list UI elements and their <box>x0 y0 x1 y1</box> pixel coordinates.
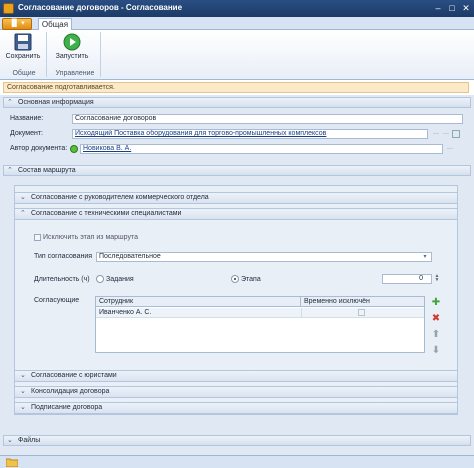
group-separator <box>46 32 47 77</box>
name-field[interactable]: Согласование договоров <box>72 114 463 124</box>
document-clear-button[interactable]: ··· <box>442 130 450 138</box>
basic-info-title: Основная информация <box>18 99 94 106</box>
maximize-button[interactable]: □ <box>446 2 458 14</box>
duration-label: Длительность (ч) <box>34 276 90 283</box>
arrow-up-icon[interactable]: ⬆ <box>430 329 442 341</box>
stage-consolidation[interactable]: ⌄ Консолидация договора <box>14 386 458 398</box>
radio-task-label: Задания <box>106 276 134 283</box>
bottom-bar <box>0 455 474 468</box>
delete-icon[interactable]: ✖ <box>430 313 442 325</box>
exclude-label: Исключить этап из маршрута <box>43 234 138 241</box>
col-employee: Сотрудник <box>96 297 301 307</box>
employee-cell: Иванченко А. С. <box>99 309 152 316</box>
radio-stage-label: Этапа <box>241 276 261 283</box>
document-browse-button[interactable]: ··· <box>432 130 440 138</box>
document-field[interactable]: Исходящий Поставка оборудования для торг… <box>72 129 428 139</box>
group-separator <box>100 32 101 77</box>
start-label: Запустить <box>55 53 89 60</box>
stage-tech[interactable]: ⌃ Согласование с техническими специалист… <box>14 208 458 220</box>
files-header[interactable]: ⌄ Файлы <box>3 435 471 446</box>
stage-lawyers[interactable]: ⌄ Согласование с юристами <box>14 370 458 382</box>
start-button[interactable]: Запустить <box>52 32 92 68</box>
table-row[interactable]: Иванченко А. С. <box>96 308 424 318</box>
online-status-icon <box>70 145 78 153</box>
save-label: Сохранить <box>5 53 41 60</box>
save-icon <box>14 33 32 51</box>
radio-task[interactable] <box>96 275 104 283</box>
close-button[interactable]: ✕ <box>460 2 472 14</box>
author-link[interactable]: Новикова В. А. <box>83 145 131 152</box>
document-open-icon[interactable] <box>452 130 460 138</box>
approvers-label: Согласующие <box>34 297 80 304</box>
chevron-down-icon: ⌄ <box>20 388 26 395</box>
title-bar: Согласование договоров - Согласование – … <box>0 0 474 17</box>
chevron-up-icon: ⌃ <box>20 210 26 217</box>
stage-signing-label: Подписание договора <box>31 404 103 411</box>
add-icon[interactable]: ✚ <box>430 297 442 309</box>
minimize-button[interactable]: – <box>432 2 444 14</box>
group-control-label: Управление <box>55 70 95 77</box>
chevron-down-icon[interactable]: ▾ <box>421 253 429 261</box>
duration-spinner[interactable]: ▲ ▼ <box>433 274 441 283</box>
chevron-down-icon: ⌄ <box>20 372 26 379</box>
ribbon: Сохранить Запустить Общие Управление <box>0 30 474 80</box>
folder-icon[interactable] <box>6 457 18 467</box>
chevron-down-icon: ⌄ <box>20 404 26 411</box>
stage-management-label: Согласование с руководителем коммерческо… <box>31 194 209 201</box>
arrow-down-icon[interactable]: ⬇ <box>430 345 442 357</box>
stage-management[interactable]: ⌄ Согласование с руководителем коммерчес… <box>14 192 458 204</box>
app-icon <box>3 3 14 14</box>
duration-field[interactable]: 0 <box>382 274 432 284</box>
route-title: Состав маршрута <box>18 167 76 174</box>
file-menu-button[interactable]: ▐▌ ▾ <box>2 18 32 30</box>
col-excluded: Временно исключён <box>301 297 424 307</box>
save-button[interactable]: Сохранить <box>3 32 43 68</box>
exclude-checkbox[interactable] <box>34 234 41 241</box>
ribbon-tabs: ▐▌ ▾ Общая <box>0 17 474 31</box>
document-label: Документ: <box>10 130 43 137</box>
name-label: Название: <box>10 115 44 122</box>
play-icon <box>63 33 81 51</box>
document-link[interactable]: Исходящий Поставка оборудования для торг… <box>75 130 326 137</box>
excluded-checkbox[interactable] <box>358 309 365 316</box>
author-field[interactable]: Новикова В. А. <box>80 144 443 154</box>
files-title: Файлы <box>18 437 41 444</box>
stage-tech-label: Согласование с техническими специалистам… <box>31 210 182 217</box>
chevron-up-icon: ⌃ <box>7 167 13 174</box>
stage-lawyers-label: Согласование с юристами <box>31 372 117 379</box>
chevron-down-icon: ⌄ <box>7 437 13 444</box>
main-content: ⌃ Основная информация Название: Согласов… <box>0 95 474 455</box>
basic-info-header[interactable]: ⌃ Основная информация <box>3 97 471 108</box>
type-select[interactable]: Последовательное <box>96 252 432 262</box>
author-label: Автор документа: <box>10 145 68 152</box>
stage-consolidation-label: Консолидация договора <box>31 388 110 395</box>
type-label: Тип согласования <box>34 253 93 260</box>
stage-signing[interactable]: ⌄ Подписание договора <box>14 402 458 414</box>
route-header[interactable]: ⌃ Состав маршрута <box>3 165 471 176</box>
chevron-down-icon: ⌄ <box>20 194 26 201</box>
cell-divider <box>301 308 302 318</box>
status-message: Согласование подготавливается. <box>3 82 469 93</box>
chevron-up-icon: ⌃ <box>7 99 13 106</box>
group-general-label: Общие <box>12 70 36 77</box>
approvers-table: Сотрудник Временно исключён Иванченко А.… <box>95 296 425 353</box>
radio-stage[interactable] <box>231 275 239 283</box>
window-title: Согласование договоров - Согласование <box>18 3 183 12</box>
author-browse-button[interactable]: ··· <box>446 145 454 153</box>
